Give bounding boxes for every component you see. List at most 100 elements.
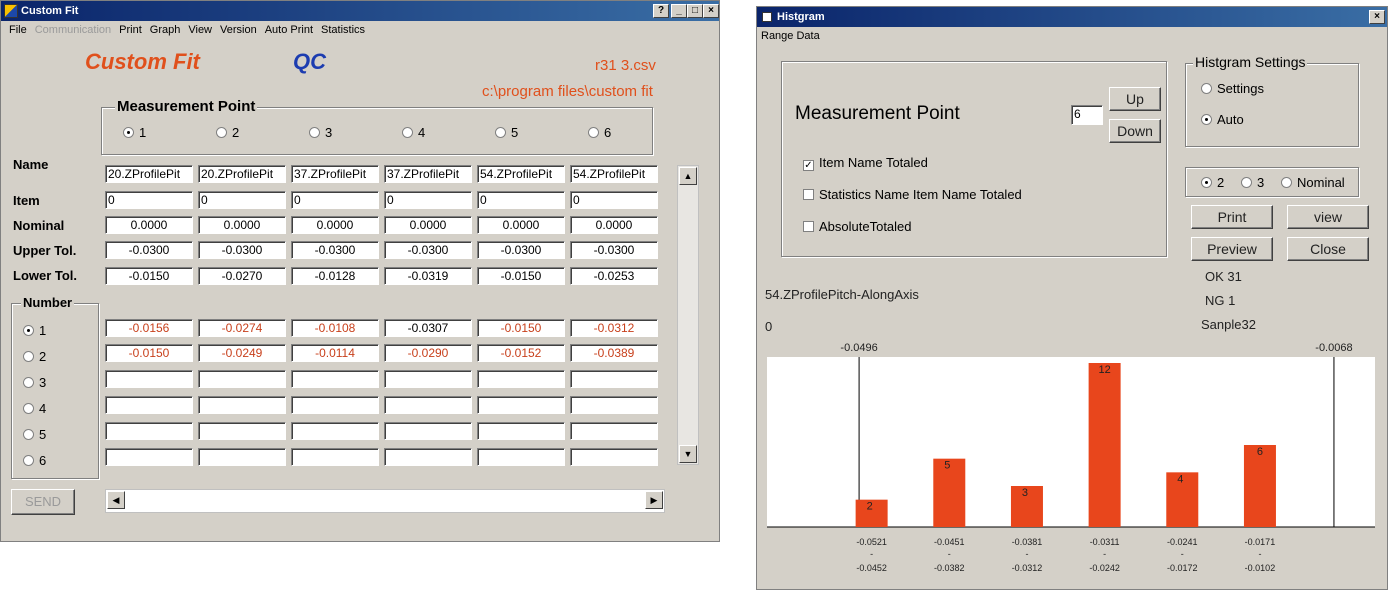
cell-v2-3[interactable]: -0.0114 <box>291 344 379 362</box>
cell-v2-6[interactable]: -0.0389 <box>570 344 658 362</box>
histgram-close-button[interactable]: × <box>1369 10 1385 24</box>
measurement-point-radio-3[interactable]: 3 <box>309 125 332 140</box>
menu-range-data[interactable]: Range Data <box>761 30 820 42</box>
cell-lower-1[interactable]: -0.0150 <box>105 267 193 285</box>
vertical-scrollbar[interactable] <box>677 165 699 465</box>
cell-empty[interactable] <box>570 422 658 440</box>
help-button[interactable]: ? <box>653 4 669 18</box>
minimize-button[interactable]: _ <box>671 4 687 18</box>
cell-empty[interactable] <box>570 396 658 414</box>
cell-empty[interactable] <box>570 370 658 388</box>
maximize-button[interactable]: □ <box>687 4 703 18</box>
scroll-down-button[interactable]: ▼ <box>679 445 697 463</box>
cell-nominal-6[interactable]: 0.0000 <box>570 216 658 234</box>
cell-lower-5[interactable]: -0.0150 <box>477 267 565 285</box>
close-window-button[interactable]: × <box>703 4 719 18</box>
cell-item-3[interactable]: 0 <box>291 191 379 209</box>
cell-empty[interactable] <box>105 422 193 440</box>
down-button[interactable]: Down <box>1109 119 1161 143</box>
settings-radio-settings[interactable]: Settings <box>1201 81 1264 96</box>
scroll-right-button[interactable]: ▶ <box>645 491 663 509</box>
cell-item-1[interactable]: 0 <box>105 191 193 209</box>
measurement-point-radio-2[interactable]: 2 <box>216 125 239 140</box>
menu-statistics[interactable]: Statistics <box>321 24 365 36</box>
cell-empty[interactable] <box>198 370 286 388</box>
number-radio-6[interactable]: 6 <box>23 453 46 468</box>
cell-empty[interactable] <box>198 422 286 440</box>
cell-nominal-3[interactable]: 0.0000 <box>291 216 379 234</box>
cell-empty[interactable] <box>477 448 565 466</box>
cell-v2-1[interactable]: -0.0150 <box>105 344 193 362</box>
cell-v2-5[interactable]: -0.0152 <box>477 344 565 362</box>
cell-empty[interactable] <box>105 370 193 388</box>
menu-version[interactable]: Version <box>220 24 257 36</box>
view-button[interactable]: view <box>1287 205 1369 229</box>
cell-nominal-2[interactable]: 0.0000 <box>198 216 286 234</box>
mode-radio-2[interactable]: 2 <box>1201 175 1224 190</box>
send-button[interactable]: SEND <box>11 489 75 515</box>
cell-empty[interactable] <box>198 448 286 466</box>
cell-item-2[interactable]: 0 <box>198 191 286 209</box>
checkbox-1[interactable]: ✓ Item Name Totaled <box>803 155 928 171</box>
settings-radio-auto[interactable]: Auto <box>1201 112 1244 127</box>
measurement-point-radio-6[interactable]: 6 <box>588 125 611 140</box>
cell-v1-3[interactable]: -0.0108 <box>291 319 379 337</box>
cell-item-6[interactable]: 0 <box>570 191 658 209</box>
number-radio-3[interactable]: 3 <box>23 375 46 390</box>
cell-lower-6[interactable]: -0.0253 <box>570 267 658 285</box>
cell-empty[interactable] <box>570 448 658 466</box>
cell-upper-1[interactable]: -0.0300 <box>105 241 193 259</box>
cell-empty[interactable] <box>291 370 379 388</box>
cell-lower-4[interactable]: -0.0319 <box>384 267 472 285</box>
cell-name-6[interactable]: 54.ZProfilePit <box>570 165 658 183</box>
horizontal-scrollbar[interactable] <box>105 489 665 513</box>
cell-v1-4[interactable]: -0.0307 <box>384 319 472 337</box>
mode-radio-3[interactable]: 3 <box>1241 175 1264 190</box>
cell-nominal-5[interactable]: 0.0000 <box>477 216 565 234</box>
mode-radio-nominal[interactable]: Nominal <box>1281 175 1345 190</box>
cell-nominal-1[interactable]: 0.0000 <box>105 216 193 234</box>
cell-upper-2[interactable]: -0.0300 <box>198 241 286 259</box>
cell-empty[interactable] <box>291 422 379 440</box>
menu-file[interactable]: File <box>9 24 27 36</box>
measurement-point-radio-1[interactable]: 1 <box>123 125 146 140</box>
cell-v2-2[interactable]: -0.0249 <box>198 344 286 362</box>
cell-nominal-4[interactable]: 0.0000 <box>384 216 472 234</box>
cell-lower-3[interactable]: -0.0128 <box>291 267 379 285</box>
number-radio-2[interactable]: 2 <box>23 349 46 364</box>
cell-empty[interactable] <box>291 448 379 466</box>
measurement-point-radio-5[interactable]: 5 <box>495 125 518 140</box>
cell-empty[interactable] <box>477 370 565 388</box>
print-button[interactable]: Print <box>1191 205 1273 229</box>
cell-empty[interactable] <box>477 396 565 414</box>
cell-name-5[interactable]: 54.ZProfilePit <box>477 165 565 183</box>
menu-communication[interactable]: Communication <box>35 24 111 36</box>
cell-empty[interactable] <box>384 422 472 440</box>
menu-view[interactable]: View <box>188 24 212 36</box>
menu-auto-print[interactable]: Auto Print <box>265 24 313 36</box>
menu-print[interactable]: Print <box>119 24 142 36</box>
menu-graph[interactable]: Graph <box>150 24 181 36</box>
cell-name-2[interactable]: 20.ZProfilePit <box>198 165 286 183</box>
cell-empty[interactable] <box>384 448 472 466</box>
cell-v1-5[interactable]: -0.0150 <box>477 319 565 337</box>
cell-empty[interactable] <box>291 396 379 414</box>
number-radio-1[interactable]: 1 <box>23 323 46 338</box>
number-radio-4[interactable]: 4 <box>23 401 46 416</box>
cell-lower-2[interactable]: -0.0270 <box>198 267 286 285</box>
preview-button[interactable]: Preview <box>1191 237 1273 261</box>
cell-empty[interactable] <box>105 396 193 414</box>
cell-v1-6[interactable]: -0.0312 <box>570 319 658 337</box>
checkbox-2[interactable]: Statistics Name Item Name Totaled <box>803 187 1022 202</box>
cell-name-3[interactable]: 37.ZProfilePit <box>291 165 379 183</box>
cell-empty[interactable] <box>384 370 472 388</box>
scroll-up-button[interactable]: ▲ <box>679 167 697 185</box>
cell-item-4[interactable]: 0 <box>384 191 472 209</box>
close-button[interactable]: Close <box>1287 237 1369 261</box>
cell-v1-2[interactable]: -0.0274 <box>198 319 286 337</box>
scroll-left-button[interactable]: ◀ <box>107 491 125 509</box>
number-radio-5[interactable]: 5 <box>23 427 46 442</box>
cell-empty[interactable] <box>198 396 286 414</box>
measurement-point-radio-4[interactable]: 4 <box>402 125 425 140</box>
point-input[interactable]: 6 <box>1071 105 1103 125</box>
